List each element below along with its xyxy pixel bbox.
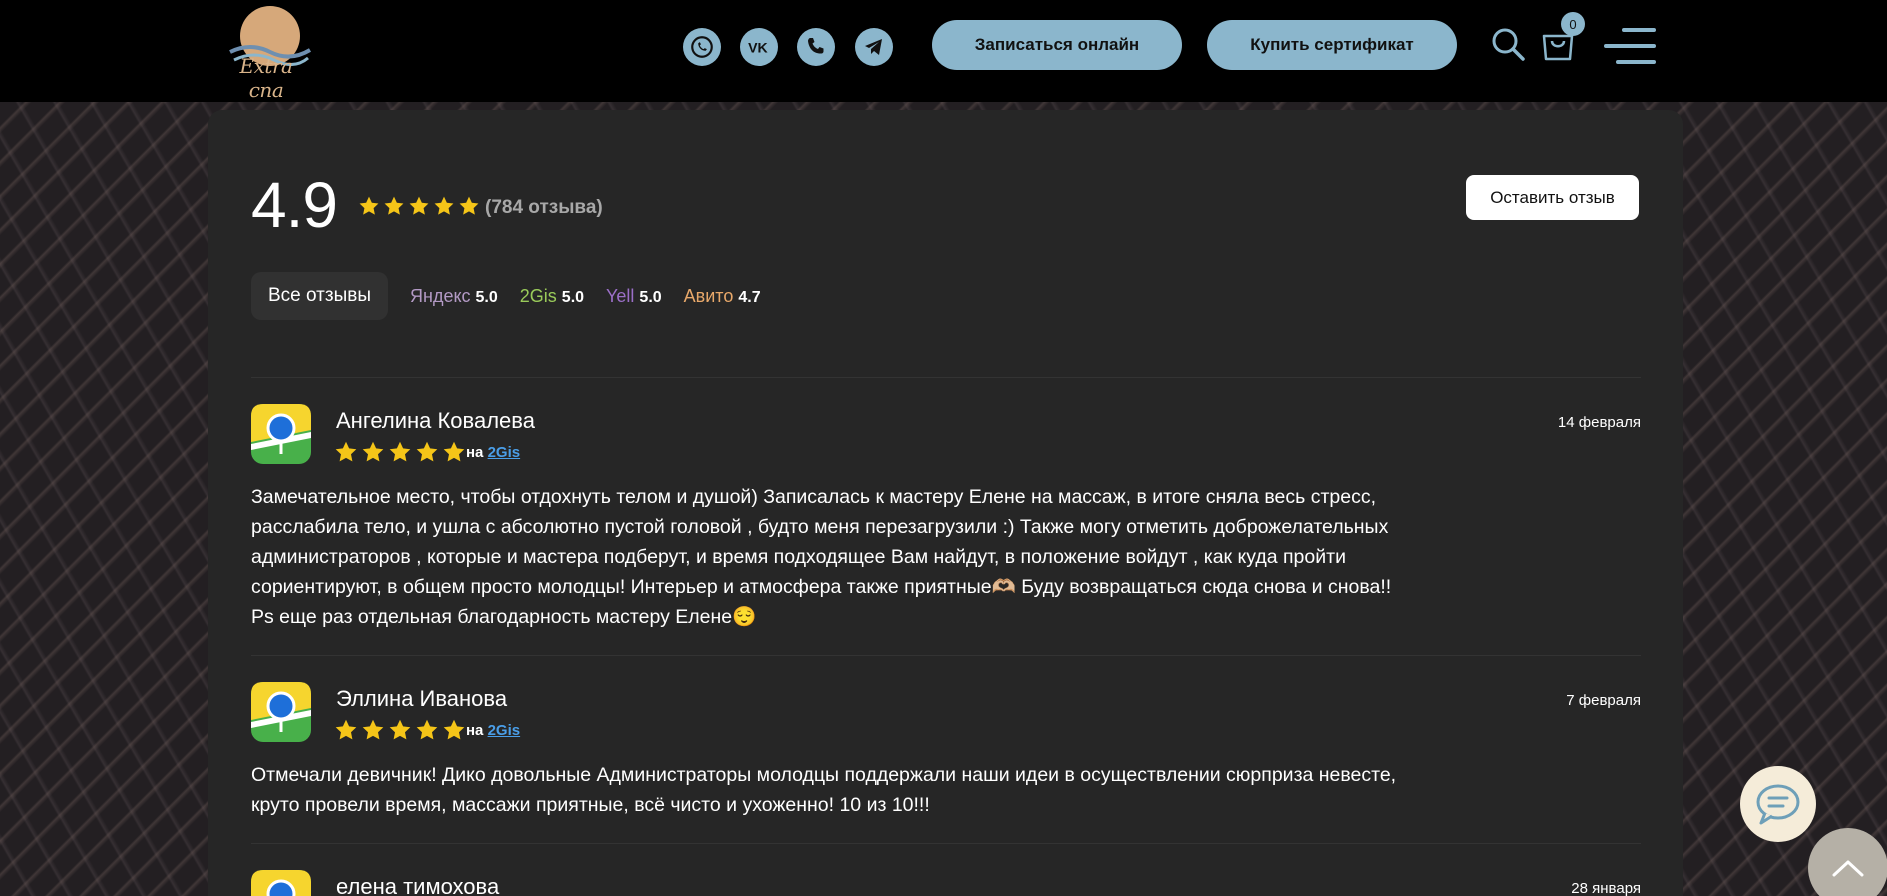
overall-rating: 4.9 [251,169,338,241]
reviewer-name: Ангелина Ковалева [336,408,535,433]
review-source-link[interactable]: 2Gis [488,444,521,461]
star-icon [389,441,411,462]
leave-review-button[interactable]: Оставить отзыв [1466,175,1639,220]
logo[interactable]: Extra спа [220,2,312,102]
phone-icon [808,38,824,54]
star-icon [335,441,357,462]
2gis-icon [251,870,311,896]
divider [251,843,1641,844]
star-icon [416,719,438,740]
star-icon [459,196,479,215]
tab-yell[interactable]: Yell 5.0 [606,286,662,307]
star-icon [359,196,379,215]
reviewer-name: Эллина Иванова [336,686,508,711]
svg-text:VK: VK [748,39,768,55]
tab-label: Авито [683,285,734,306]
hamburger-menu-icon[interactable] [1604,26,1656,66]
telegram-button[interactable] [855,28,893,66]
chat-button[interactable] [1740,766,1816,842]
review-date: 14 февраля [1557,414,1641,431]
review-date: 7 февраля [1566,692,1641,709]
tab-rating: 4.7 [738,288,761,306]
whatsapp-button[interactable] [683,28,721,66]
site-header: Extra спа VK Записаться онлайн Купить се… [0,0,1887,102]
review-source: на 2Gis [466,722,520,739]
overall-stars [358,195,480,217]
review-stars [334,718,466,742]
chat-bubble-icon [1756,784,1800,825]
star-icon [384,196,404,215]
star-icon [416,441,438,462]
review-source-prefix: на [466,444,484,461]
source-tabs: Все отзывы Яндекс 5.0 2Gis 5.0 Yell 5.0 … [251,272,761,320]
star-icon [434,196,454,215]
star-icon [362,441,384,462]
review-date: 28 января [1571,880,1641,896]
vk-button[interactable]: VK [740,28,778,66]
book-online-button[interactable]: Записаться онлайн [932,20,1182,70]
tab-rating: 5.0 [639,288,662,306]
logo-text: Extra спа [239,54,293,102]
divider [251,655,1641,656]
star-icon [362,719,384,740]
tab-label: Яндекс [410,285,471,306]
reviewer-name: елена тимохова [336,874,500,896]
review-source: на 2Gis [466,444,520,461]
review-stars [334,440,466,464]
2gis-icon [251,404,311,464]
tab-label: Yell [606,285,635,306]
scroll-to-top-button[interactable] [1808,828,1887,896]
tab-yandex[interactable]: Яндекс 5.0 [410,286,498,307]
phone-button[interactable] [797,28,835,66]
star-icon [389,719,411,740]
review-text: Отмечали девичник! Дико довольные Админи… [251,764,1397,816]
tab-2gis[interactable]: 2Gis 5.0 [520,286,584,307]
star-icon [443,719,465,740]
2gis-icon [251,682,311,742]
tab-all-reviews[interactable]: Все отзывы [251,272,388,320]
vk-icon: VK [748,39,768,55]
review-text: Замечательное место, чтобы отдохнуть тел… [251,486,1392,628]
review-source-link[interactable]: 2Gis [488,722,521,739]
search-icon[interactable] [1490,26,1526,62]
cart-count-badge: 0 [1561,12,1585,36]
chevron-up-icon [1832,860,1864,877]
star-icon [335,719,357,740]
star-icon [409,196,429,215]
review-source-prefix: на [466,722,484,739]
tab-rating: 5.0 [475,288,498,306]
divider [251,377,1641,378]
review-count: (784 отзыва) [485,197,603,218]
telegram-icon [865,39,882,55]
tab-label: 2Gis [519,285,557,306]
tab-rating: 5.0 [561,288,585,306]
star-icon [443,441,465,462]
reviews-panel: 4.9 (784 отзыва) Оставить отзыв Все отзы… [208,110,1683,896]
tab-avito[interactable]: Авито 4.7 [684,286,761,307]
buy-certificate-button[interactable]: Купить сертификат [1207,20,1457,70]
whatsapp-icon [691,36,713,58]
